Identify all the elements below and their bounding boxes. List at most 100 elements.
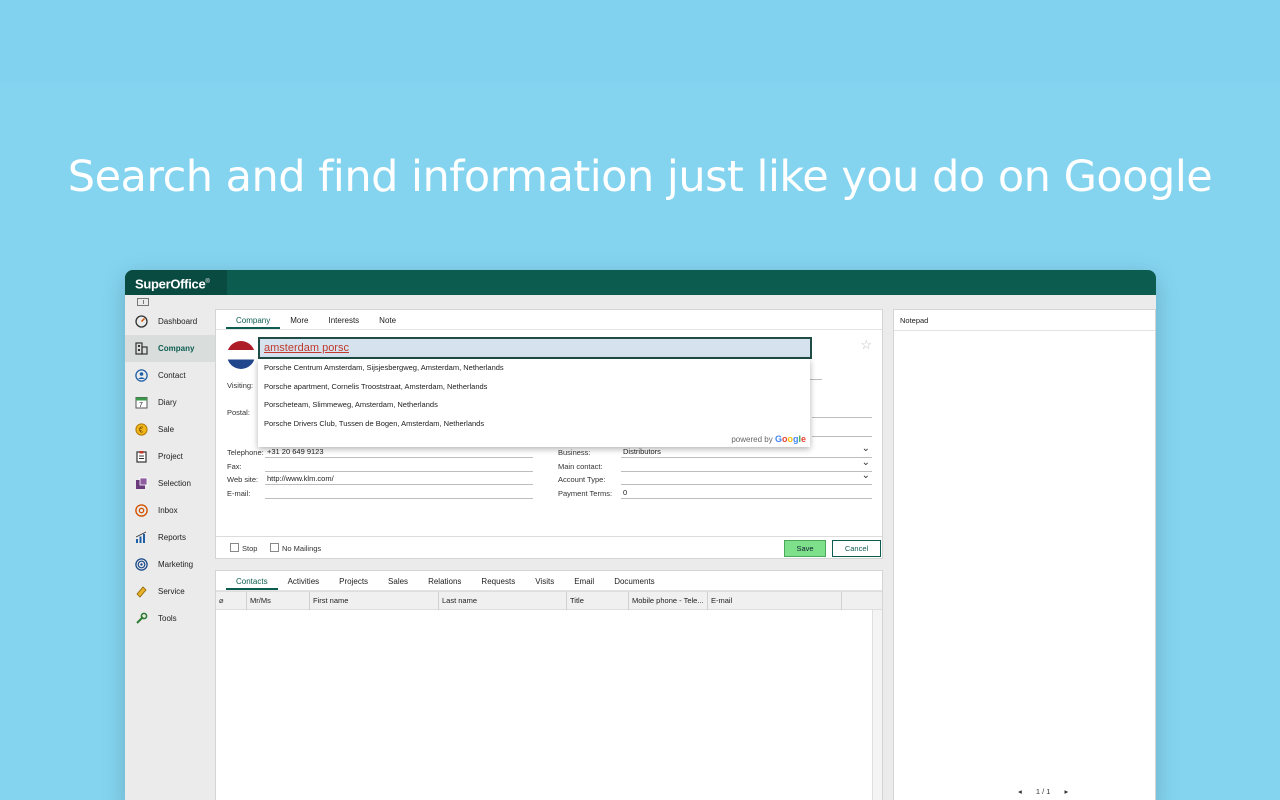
calendar-icon: 7 [135, 396, 148, 409]
app-window: SuperOffice® Dashboard Company Contact 7… [125, 270, 1156, 800]
sidebar-item-reports[interactable]: Reports [125, 524, 215, 551]
sidebar-item-label: Company [158, 344, 195, 353]
cancel-button[interactable]: Cancel [832, 540, 881, 557]
logo[interactable]: SuperOffice® [125, 270, 227, 295]
sidebar-item-marketing[interactable]: Marketing [125, 551, 215, 578]
target-icon [135, 558, 148, 571]
column-last-name[interactable]: Last name [438, 592, 566, 610]
company-search-input[interactable]: amsterdam porsc [258, 337, 812, 359]
action-bar: Stop No Mailings Save Cancel [216, 536, 882, 558]
tab-sales[interactable]: Sales [378, 571, 418, 590]
telephone-field[interactable]: +31 20 649 9123 [265, 446, 533, 458]
tab-contacts[interactable]: Contacts [226, 571, 278, 590]
building-icon [135, 342, 148, 355]
business-select[interactable]: Distributors [621, 443, 872, 458]
sidebar-item-contact[interactable]: Contact [125, 362, 215, 389]
sidebar-item-diary[interactable]: 7 Diary [125, 389, 215, 416]
tab-more[interactable]: More [280, 310, 318, 329]
website-field[interactable]: http://www.klm.com/ [265, 473, 533, 485]
notepad-panel: Notepad ◂ 1 / 1 ▸ [893, 309, 1156, 800]
website-label: Web site: [227, 475, 259, 484]
sidebar-item-service[interactable]: Service [125, 578, 215, 605]
tab-company[interactable]: Company [226, 310, 281, 329]
column-title[interactable]: Title [566, 592, 628, 610]
postal-label: Postal: [227, 408, 250, 417]
sidebar-item-dashboard[interactable]: Dashboard [125, 308, 215, 335]
save-button[interactable]: Save [784, 540, 826, 557]
next-page-icon[interactable]: ▸ [1065, 787, 1069, 796]
sidebar-item-tools[interactable]: Tools [125, 605, 215, 632]
sidebar-item-company[interactable]: Company [125, 335, 215, 362]
sidebar-item-sale[interactable]: € Sale [125, 416, 215, 443]
sidebar-item-label: Tools [158, 614, 177, 623]
logo-mark: ® [205, 279, 210, 285]
notepad-pager: ◂ 1 / 1 ▸ [1018, 787, 1068, 796]
sidebar: Dashboard Company Contact 7 Diary € Sale… [125, 295, 215, 800]
suggestion-item[interactable]: Porsche Centrum Amsterdam, Sijsjesbergwe… [258, 359, 810, 378]
person-icon [135, 369, 148, 382]
collapse-sidebar-icon[interactable] [137, 298, 149, 306]
star-icon[interactable]: ☆ [860, 337, 872, 353]
sidebar-item-selection[interactable]: Selection [125, 470, 215, 497]
suggestion-item[interactable]: Porsche Drivers Club, Tussen de Bogen, A… [258, 415, 810, 434]
sidebar-item-label: Service [158, 587, 185, 596]
grid-scrollbar[interactable] [872, 610, 882, 800]
main-contact-select[interactable] [621, 457, 872, 472]
tab-relations[interactable]: Relations [418, 571, 471, 590]
sidebar-item-label: Sale [158, 425, 175, 434]
powered-by-google: powered by Google [731, 434, 806, 444]
stop-checkbox[interactable] [230, 543, 239, 552]
related-panel: Contacts Activities Projects Sales Relat… [215, 570, 883, 800]
paperclip-icon[interactable]: ⌀ [216, 592, 246, 610]
sidebar-item-label: Project [158, 452, 183, 461]
column-mr-ms[interactable]: Mr/Ms [246, 592, 309, 610]
tab-documents[interactable]: Documents [604, 571, 664, 590]
email-field[interactable] [265, 487, 533, 499]
telephone-label: Telephone: [227, 448, 264, 457]
visiting-label: Visiting: [227, 381, 254, 390]
page-indicator: 1 / 1 [1035, 787, 1051, 796]
titlebar: SuperOffice® [125, 270, 1156, 295]
column-email[interactable]: E-mail [707, 592, 841, 610]
tab-visits[interactable]: Visits [525, 571, 564, 590]
sidebar-item-label: Reports [158, 533, 187, 542]
sidebar-item-project[interactable]: Project [125, 443, 215, 470]
tab-requests[interactable]: Requests [471, 571, 525, 590]
postal-right-field[interactable] [812, 406, 872, 418]
google-logo: Google [774, 434, 806, 444]
tab-email[interactable]: Email [564, 571, 604, 590]
postal-right-field-2[interactable] [812, 425, 872, 437]
email-label: E-mail: [227, 489, 251, 498]
gauge-icon [135, 315, 148, 328]
tab-projects[interactable]: Projects [329, 571, 378, 590]
wrench-icon [135, 612, 148, 625]
coin-icon: € [135, 423, 148, 436]
calendar-day: 7 [139, 402, 143, 409]
column-mobile-phone[interactable]: Mobile phone - Tele... [628, 592, 707, 610]
selection-icon [135, 477, 148, 490]
fax-label: Fax: [227, 462, 242, 471]
no-mailings-checkbox[interactable] [270, 543, 279, 552]
sidebar-item-label: Marketing [158, 560, 194, 569]
grid-header: ⌀ Mr/Ms First name Last name Title Mobil… [216, 591, 882, 610]
prev-page-icon[interactable]: ◂ [1018, 787, 1022, 796]
sidebar-item-inbox[interactable]: Inbox [125, 497, 215, 524]
headline: Search and find information just like yo… [67, 152, 1213, 202]
suggestion-item[interactable]: Porscheteam, Slimmeweg, Amsterdam, Nethe… [258, 396, 810, 415]
tab-activities[interactable]: Activities [278, 571, 330, 590]
sidebar-item-label: Dashboard [158, 317, 198, 326]
tab-note[interactable]: Note [369, 310, 406, 329]
column-first-name[interactable]: First name [309, 592, 438, 610]
sidebar-nav: Dashboard Company Contact 7 Diary € Sale… [125, 308, 215, 632]
ticket-icon [135, 585, 148, 598]
main-contact-label: Main contact: [558, 462, 603, 471]
clipboard-icon [135, 450, 148, 463]
account-type-select[interactable] [621, 470, 872, 485]
payment-terms-field[interactable]: 0 [621, 487, 872, 499]
tab-interests[interactable]: Interests [318, 310, 369, 329]
fax-field[interactable] [265, 460, 533, 472]
company-card: Company More Interests Note ☆ amsterdam … [215, 309, 883, 559]
suggestion-item[interactable]: Porsche apartment, Cornelis Trooststraat… [258, 378, 810, 397]
stop-label: Stop [242, 544, 258, 553]
svg-text:€: € [139, 426, 144, 435]
